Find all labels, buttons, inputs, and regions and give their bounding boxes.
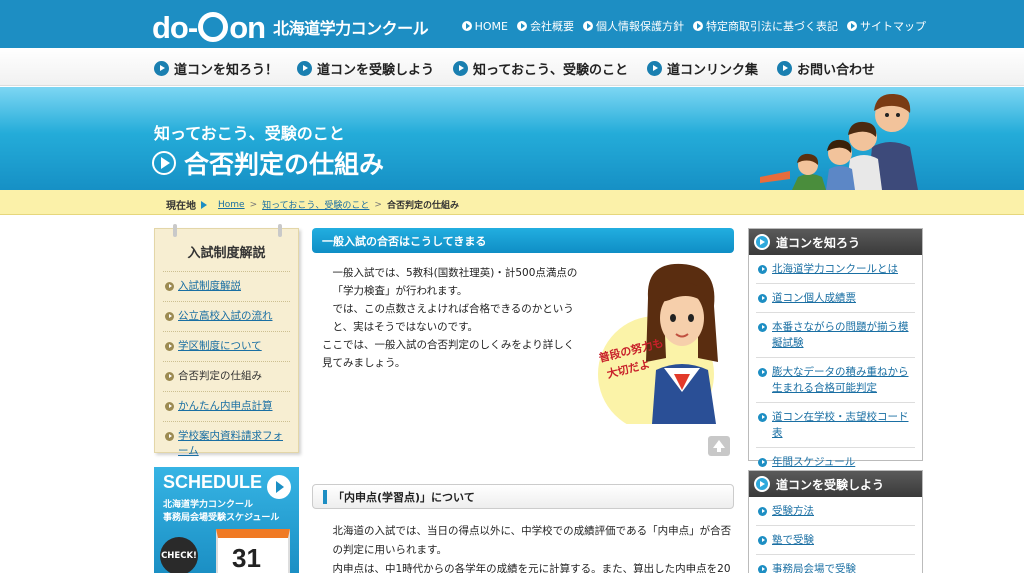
arrow-circle-icon [847,21,857,31]
breadcrumb: 現在地 Home > 知っておこう、受験のこと > 合否判定の仕組み [0,190,1024,215]
nav-item-contact[interactable]: お問い合わせ [777,59,875,78]
right-box-take-exam: 道コンを受験しよう 受験方法 塾で受験 事務局会場で受験 [748,470,923,573]
sidebar-item-district[interactable]: 学区制度について [163,332,290,362]
play-circle-icon [152,151,176,175]
arrow-circle-icon [165,312,174,321]
section-heading-naishin: 「内申点(学習点)」について [312,484,734,509]
right-link-mock-exam[interactable]: 本番さながらの問題が揃う模擬試験 [756,313,915,358]
sidebar-item-request-form[interactable]: 学校案内資料請求フォーム [163,422,290,466]
paragraph: ここでは、一般入試の合否判定のしくみをより詳しく見てみましょう。 [322,339,575,369]
right-link-office-venue[interactable]: 事務局会場で受験 [756,555,915,573]
main-nav: 道コンを知ろう！ 道コンを受験しよう 知っておこう、受験のこと 道コンリンク集 … [0,48,1024,86]
right-link-data-judgement[interactable]: 膨大なデータの積み重ねから生まれる合格可能判定 [756,358,915,403]
arrow-circle-icon [758,413,767,422]
breadcrumb-link-home[interactable]: Home [218,200,245,210]
util-link-company[interactable]: 会社概要 [517,18,574,34]
util-link-legal[interactable]: 特定商取引法に基づく表記 [693,18,838,34]
check-badge: CHECK! [160,537,198,573]
back-to-top-button[interactable] [708,436,730,456]
left-sidebar-title: 入試制度解説 [163,242,290,272]
breadcrumb-current: 合否判定の仕組み [386,201,459,211]
sidebar-item-calculator[interactable]: かんたん内申点計算 [163,392,290,422]
student-girl-illustration: 普段の努力も 大切だよ [597,263,718,424]
nav-item-about[interactable]: 道コンを知ろう！ [154,59,278,78]
nav-item-take-exam[interactable]: 道コンを受験しよう [297,59,434,78]
arrow-circle-icon [758,565,767,573]
top-bar: do-on 北海道学力コンクール HOME 会社概要 個人情報保護方針 特定商取… [0,0,1024,48]
right-box-header: 道コンを受験しよう [749,471,922,497]
util-link-privacy[interactable]: 個人情報保護方針 [583,18,684,34]
chevron-right-icon: > [374,199,382,210]
arrow-circle-icon [754,234,770,250]
schedule-line2: 事務局会場受験スケジュール [163,513,280,523]
arrow-circle-icon [647,61,662,76]
right-link-code-table[interactable]: 道コン在学校・志望校コード表 [756,403,915,448]
schedule-line1: 北海道学力コンクール [163,500,254,510]
arrow-circle-icon [453,61,469,76]
section1-body: 一般入試では、5教科(国数社理英)・計500点満点の「学力検査」が行われます。 … [322,264,582,372]
paragraph: 一般入試では、5教科(国数社理英)・計500点満点の「学力検査」が行われます。 [332,267,578,297]
util-link-home[interactable]: HOME [461,18,508,34]
calendar-day: 31 [232,543,261,573]
logo-ring [198,12,229,42]
site-logo[interactable]: do-on 北海道学力コンクール [152,8,429,46]
schedule-title: SCHEDULE [163,472,263,492]
arrow-circle-icon [754,476,770,492]
arrow-right-circle-icon [267,475,291,499]
arrow-circle-icon [758,507,767,516]
arrow-circle-icon [165,402,174,411]
right-link-cram-school[interactable]: 塾で受験 [756,526,915,555]
arrow-circle-icon [693,21,703,31]
right-link-about-contest[interactable]: 北海道学力コンクールとは [756,255,915,284]
arrow-circle-icon [758,323,767,332]
arrow-circle-icon [154,61,169,76]
sidebar-item-exam-flow[interactable]: 公立高校入試の流れ [163,302,290,332]
right-link-score-report[interactable]: 道コン個人成績票 [756,284,915,313]
util-link-sitemap[interactable]: サイトマップ [847,18,926,34]
paragraph: 内申点は、中1時代からの各学年の成績を元に計算する。また、算出した内申点を20点… [332,563,731,573]
arrow-circle-icon [165,342,174,351]
arrow-circle-icon [758,458,767,467]
hero-banner: 知っておこう、受験のこと 合否判定の仕組み [0,87,1024,190]
triangle-right-icon [201,200,207,209]
arrow-circle-icon [297,61,313,76]
schedule-banner[interactable]: SCHEDULE 北海道学力コンクール 事務局会場受験スケジュール 31 CHE… [154,467,299,573]
pin-icon [278,224,282,237]
right-link-how-to[interactable]: 受験方法 [756,497,915,526]
sidebar-item-exam-system[interactable]: 入試制度解説 [163,272,290,302]
pin-icon [173,224,177,237]
nav-item-exam-info[interactable]: 知っておこう、受験のこと [453,59,628,78]
paragraph: では、この点数さえよければ合格できるのかというと、実はそうではないのです。 [332,303,574,333]
arrow-circle-icon [758,265,767,274]
arrow-circle-icon [777,61,793,76]
chevron-right-icon: > [249,199,258,210]
logo-mark: do-on [152,10,266,45]
logo-text: 北海道学力コンクール [273,19,429,38]
arrow-circle-icon [461,21,472,31]
nav-item-links[interactable]: 道コンリンク集 [647,59,758,78]
arrow-circle-icon [758,536,767,545]
students-illustration [760,93,918,190]
breadcrumb-label: 現在地 [166,201,196,212]
arrow-circle-icon [758,294,767,303]
arrow-circle-icon [517,21,527,31]
page-title: 合否判定の仕組み [152,145,384,181]
section-heading-general-exam: 一般入試の合否はこうしてきまる [312,228,734,253]
utility-nav: HOME 会社概要 個人情報保護方針 特定商取引法に基づく表記 サイトマップ [461,18,926,34]
arrow-circle-icon [583,21,593,31]
section2-body: 北海道の入試では、当日の得点以外に、中学校での成績評価である「内申点」が合否の判… [322,522,732,573]
heading-bar [323,489,327,504]
arrow-circle-icon [165,432,174,441]
hero-subtitle: 知っておこう、受験のこと [154,124,345,143]
breadcrumb-link-exam-info[interactable]: 知っておこう、受験のこと [262,198,369,211]
arrow-circle-icon [758,368,767,377]
left-sidebar-menu: 入試制度解説 入試制度解説 公立高校入試の流れ 学区制度について 合否判定の仕組… [154,224,299,457]
paragraph: 北海道の入試では、当日の得点以外に、中学校での成績評価である「内申点」が合否の判… [332,525,732,556]
sidebar-item-judgement: 合否判定の仕組み [163,362,290,392]
right-box-header: 道コンを知ろう [749,229,922,255]
arrow-circle-icon [165,372,174,381]
arrow-circle-icon [165,282,174,291]
right-box-about: 道コンを知ろう 北海道学力コンクールとは 道コン個人成績票 本番さながらの問題が… [748,228,923,468]
